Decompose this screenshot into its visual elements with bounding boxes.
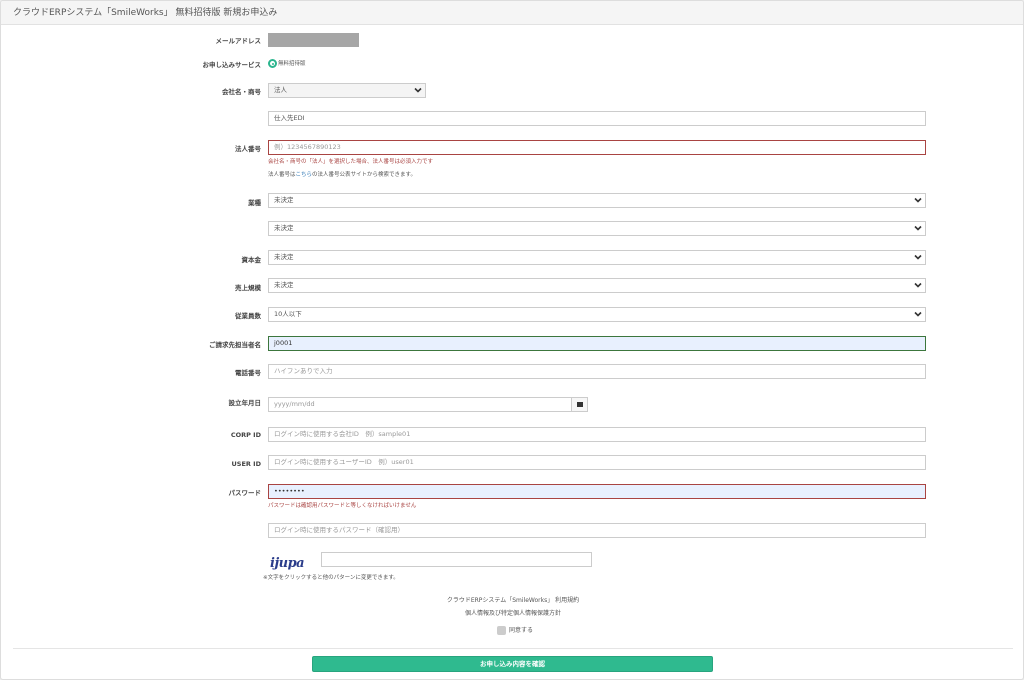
capital-select[interactable]: 未決定 (268, 250, 926, 265)
corp-number-error: 会社名・商号の「法人」を選択した場合、法人番号は必須入力です (268, 159, 434, 165)
captcha-input[interactable] (321, 552, 592, 567)
company-type-select[interactable]: 法人 (268, 83, 426, 98)
user-id-input[interactable]: ログイン時に使用するユーザーID 例）user01 (268, 455, 926, 470)
employees-value: 10人以下 (274, 310, 302, 318)
sales-select[interactable]: 未決定 (268, 278, 926, 293)
chevron-down-icon (914, 254, 922, 260)
divider (13, 648, 1013, 649)
industry-label: 業種 (248, 199, 261, 207)
corp-number-label: 法人番号 (235, 145, 261, 153)
password-input[interactable]: •••••••• (268, 484, 926, 499)
calendar-icon (577, 402, 583, 407)
application-panel: クラウドERPシステム「SmileWorks」 無料招待版 新規お申込み メール… (0, 0, 1024, 680)
industry-sub-select[interactable]: 未決定 (268, 221, 926, 236)
sales-label: 売上規模 (235, 284, 261, 292)
user-id-label: USER ID (231, 460, 261, 468)
password-confirm-input[interactable]: ログイン時に使用するパスワード（確認用） (268, 523, 926, 538)
chevron-down-icon (414, 87, 422, 93)
corp-number-note-suffix: の法人番号公表サイトから検索できます。 (312, 172, 416, 178)
company-label: 会社名・商号 (222, 88, 261, 96)
employees-select[interactable]: 10人以下 (268, 307, 926, 322)
industry-select[interactable]: 未決定 (268, 193, 926, 208)
agree-label: 同意する (509, 627, 534, 634)
founded-label: 設立年月日 (228, 399, 262, 407)
corp-id-input[interactable]: ログイン時に使用する会社ID 例）sample01 (268, 427, 926, 442)
industry-value: 未決定 (274, 196, 294, 204)
chevron-down-icon (914, 197, 922, 203)
phone-input[interactable]: ハイフンありで入力 (268, 364, 926, 379)
company-type-value: 法人 (274, 86, 287, 94)
password-error: パスワードは確認用パスワードと等しくなければいけません (268, 503, 417, 509)
capital-label: 資本金 (241, 256, 262, 264)
corp-number-input[interactable]: 例）1234567890123 (268, 140, 926, 155)
service-label: お申し込みサービス (202, 61, 262, 69)
captcha-note: ※文字をクリックすると他のパターンに変更できます。 (263, 575, 399, 581)
company-name-input[interactable]: 仕入先EDI (268, 111, 926, 126)
captcha-image[interactable]: ijupa (270, 552, 318, 572)
calendar-button[interactable] (571, 397, 588, 412)
radio-selected-icon[interactable] (268, 59, 277, 68)
page-title: クラウドERPシステム「SmileWorks」 無料招待版 新規お申込み (1, 1, 1023, 25)
password-label: パスワード (228, 489, 262, 497)
email-label: メールアドレス (215, 37, 262, 45)
captcha-text: ijupa (270, 556, 305, 571)
corp-number-site-link[interactable]: こちら (296, 172, 313, 178)
service-option-label: 無料招待版 (278, 61, 306, 67)
checkbox-icon[interactable] (497, 626, 506, 635)
sales-value: 未決定 (274, 281, 294, 289)
corp-number-note-prefix: 法人番号は (268, 172, 296, 178)
founded-date-input[interactable]: yyyy/mm/dd (268, 397, 572, 412)
corp-number-note: 法人番号はこちらの法人番号公表サイトから検索できます。 (268, 171, 416, 179)
corp-id-label: CORP ID (230, 431, 261, 439)
phone-label: 電話番号 (235, 369, 261, 377)
service-radio-option[interactable]: 無料招待版 (268, 59, 306, 69)
billing-contact-label: ご請求先担当者名 (209, 341, 261, 349)
chevron-down-icon (914, 282, 922, 288)
terms-link[interactable]: クラウドERPシステム「SmileWorks」 利用規約 (1, 596, 1023, 605)
chevron-down-icon (914, 225, 922, 231)
submit-button[interactable]: お申し込み内容を確認 (312, 656, 713, 672)
agree-checkbox[interactable]: 同意する (497, 626, 533, 635)
industry-sub-value: 未決定 (274, 224, 294, 232)
privacy-link[interactable]: 個人情報及び特定個人情報保護方針 (1, 609, 1023, 618)
email-value-redacted (268, 33, 359, 47)
billing-contact-input[interactable]: j0001 (268, 336, 926, 351)
chevron-down-icon (914, 311, 922, 317)
employees-label: 従業員数 (235, 312, 261, 320)
capital-value: 未決定 (274, 253, 294, 261)
